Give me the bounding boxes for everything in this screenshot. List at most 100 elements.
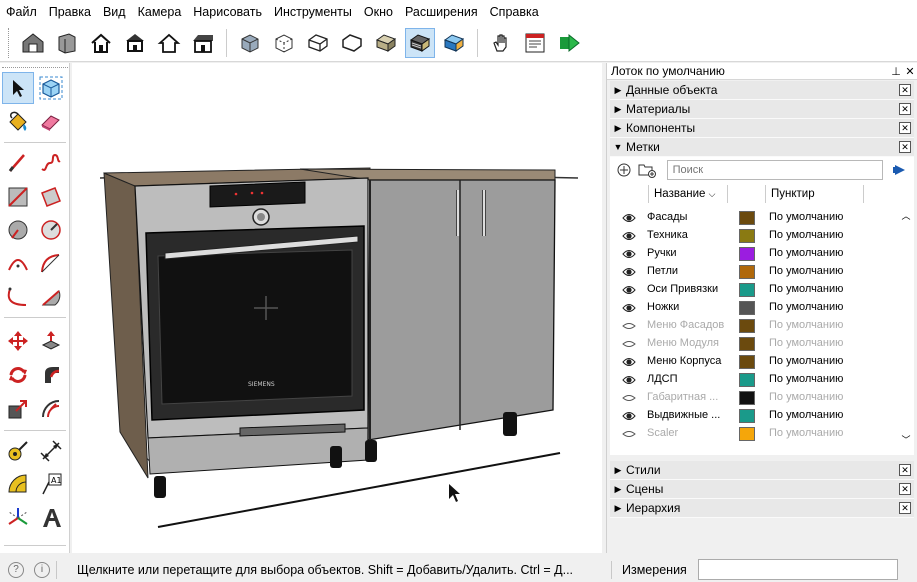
extension-run-icon[interactable]	[554, 28, 584, 58]
dimension-tool-icon[interactable]	[35, 435, 67, 467]
hand-tool-icon[interactable]	[486, 28, 516, 58]
tag-color-swatch[interactable]	[739, 391, 755, 405]
tag-dash[interactable]: По умолчанию	[769, 319, 843, 331]
add-tag-folder-icon[interactable]	[637, 160, 656, 180]
menu-item[interactable]: Камера	[132, 0, 188, 24]
move-tool-icon[interactable]	[2, 325, 34, 357]
tag-dash[interactable]: По умолчанию	[769, 427, 843, 439]
tray-close-icon[interactable]: ✕	[903, 65, 917, 78]
tag-name[interactable]: Scaler	[647, 427, 725, 439]
menu-item[interactable]: Справка	[484, 0, 545, 24]
expand-arrow-icon[interactable]: ▶	[610, 484, 626, 495]
tag-color-swatch[interactable]	[739, 373, 755, 387]
drawing-area[interactable]: SIEMENS	[72, 63, 602, 553]
menu-item[interactable]: Нарисовать	[187, 0, 268, 24]
tag-dash[interactable]: По умолчанию	[769, 355, 843, 367]
toolbar-grip[interactable]	[8, 27, 12, 58]
tape-measure-icon[interactable]	[2, 435, 34, 467]
panel-close-icon[interactable]: ✕	[899, 84, 911, 96]
monochrome-style-icon[interactable]	[439, 28, 469, 58]
tag-name[interactable]: ЛДСП	[647, 373, 725, 385]
tag-row[interactable]: Меню Фасадов По умолчанию	[610, 317, 904, 335]
expand-arrow-icon[interactable]: ▶	[610, 503, 626, 514]
menu-item[interactable]: Инструменты	[268, 0, 358, 24]
expand-arrow-icon[interactable]: ▶	[610, 104, 626, 115]
tag-row[interactable]: Габаритная ... По умолчанию	[610, 389, 904, 407]
tag-name[interactable]: Меню Корпуса	[647, 355, 725, 367]
model-canvas[interactable]: SIEMENS	[72, 63, 602, 553]
column-header-name[interactable]: Название ⌵	[648, 185, 728, 203]
wireframe-style-icon[interactable]	[303, 28, 333, 58]
rectangle-tool-icon[interactable]	[2, 181, 34, 213]
tag-color-swatch[interactable]	[739, 229, 755, 243]
text-tool-icon[interactable]: A1	[35, 468, 67, 500]
tag-color-swatch[interactable]	[739, 319, 755, 333]
tag-name[interactable]: Меню Модуля	[647, 337, 725, 349]
panel-header[interactable]: ▶ Материалы ✕	[610, 100, 914, 119]
follow-me-icon[interactable]	[35, 359, 67, 391]
tag-dash[interactable]: По умолчанию	[769, 229, 843, 241]
freehand-icon[interactable]	[35, 147, 67, 179]
menu-item[interactable]: Файл	[0, 0, 43, 24]
component-icon[interactable]	[52, 28, 82, 58]
tags-scrollbar[interactable]: ︿ ﹀	[900, 209, 912, 445]
axes-tool-icon[interactable]	[2, 502, 34, 534]
three-point-arc-icon[interactable]	[2, 281, 34, 313]
panel-close-icon[interactable]: ✕	[899, 103, 911, 115]
tag-dash[interactable]: По умолчанию	[769, 391, 843, 403]
tag-row[interactable]: Ручки По умолчанию	[610, 245, 904, 263]
pie-tool-icon[interactable]	[35, 281, 67, 313]
tag-row[interactable]: Меню Модуля По умолчанию	[610, 335, 904, 353]
polygon-tool-icon[interactable]	[35, 214, 67, 246]
panel-close-icon[interactable]: ✕	[899, 464, 911, 476]
tags-search-input[interactable]	[666, 160, 883, 180]
scroll-up-icon[interactable]: ︿	[900, 209, 912, 221]
house-roof-icon[interactable]	[188, 28, 218, 58]
collapse-arrow-icon[interactable]: ▼	[610, 142, 626, 152]
panel-close-icon[interactable]: ✕	[899, 483, 911, 495]
tag-dash[interactable]: По умолчанию	[769, 247, 843, 259]
tag-color-swatch[interactable]	[739, 427, 755, 441]
sort-chevron-icon[interactable]: ⌵	[709, 189, 716, 199]
tag-dash[interactable]: По умолчанию	[769, 283, 843, 295]
tag-name[interactable]: Оси Привязки	[647, 283, 725, 295]
house-outline-icon[interactable]	[154, 28, 184, 58]
arc-tool-icon[interactable]	[2, 248, 34, 280]
info-icon[interactable]: i	[34, 561, 50, 578]
back-edges-style-icon[interactable]	[269, 28, 299, 58]
panel-header[interactable]: ▶ Компоненты ✕	[610, 119, 914, 138]
tag-color-swatch[interactable]	[739, 355, 755, 369]
rotated-rectangle-icon[interactable]	[35, 181, 67, 213]
tag-name[interactable]: Ручки	[647, 247, 725, 259]
tag-color-swatch[interactable]	[739, 337, 755, 351]
panel-header[interactable]: ▶ Иерархия ✕	[610, 499, 914, 518]
tag-dash[interactable]: По умолчанию	[769, 409, 843, 421]
details-menu-icon[interactable]	[891, 160, 910, 180]
push-pull-icon[interactable]	[35, 325, 67, 357]
tag-dash[interactable]: По умолчанию	[769, 211, 843, 223]
panel-close-icon[interactable]: ✕	[899, 141, 911, 153]
tag-row[interactable]: Оси Привязки По умолчанию	[610, 281, 904, 299]
rotate-tool-icon[interactable]	[2, 359, 34, 391]
tag-row[interactable]: Scaler По умолчанию	[610, 425, 904, 443]
tag-dash[interactable]: По умолчанию	[769, 301, 843, 313]
line-tool-icon[interactable]	[2, 147, 34, 179]
tag-row[interactable]: Техника По умолчанию	[610, 227, 904, 245]
panel-header[interactable]: ▶ Данные объекта ✕	[610, 81, 914, 100]
scale-tool-icon[interactable]	[2, 393, 34, 425]
geolocation-icon[interactable]: ?	[8, 561, 24, 578]
expand-arrow-icon[interactable]: ▶	[610, 85, 626, 96]
warehouse-icon[interactable]	[18, 28, 48, 58]
measurements-input[interactable]	[698, 559, 898, 580]
panel-close-icon[interactable]: ✕	[899, 122, 911, 134]
column-header-color[interactable]	[728, 185, 766, 203]
menu-item[interactable]: Окно	[358, 0, 399, 24]
tag-color-swatch[interactable]	[739, 247, 755, 261]
tag-dash[interactable]: По умолчанию	[769, 337, 843, 349]
tag-color-swatch[interactable]	[739, 409, 755, 423]
scroll-down-icon[interactable]: ﹀	[900, 433, 912, 445]
column-header-dash[interactable]: Пунктир	[766, 185, 864, 203]
house-front-icon[interactable]	[120, 28, 150, 58]
two-point-arc-icon[interactable]	[35, 248, 67, 280]
panel-close-icon[interactable]: ✕	[899, 502, 911, 514]
